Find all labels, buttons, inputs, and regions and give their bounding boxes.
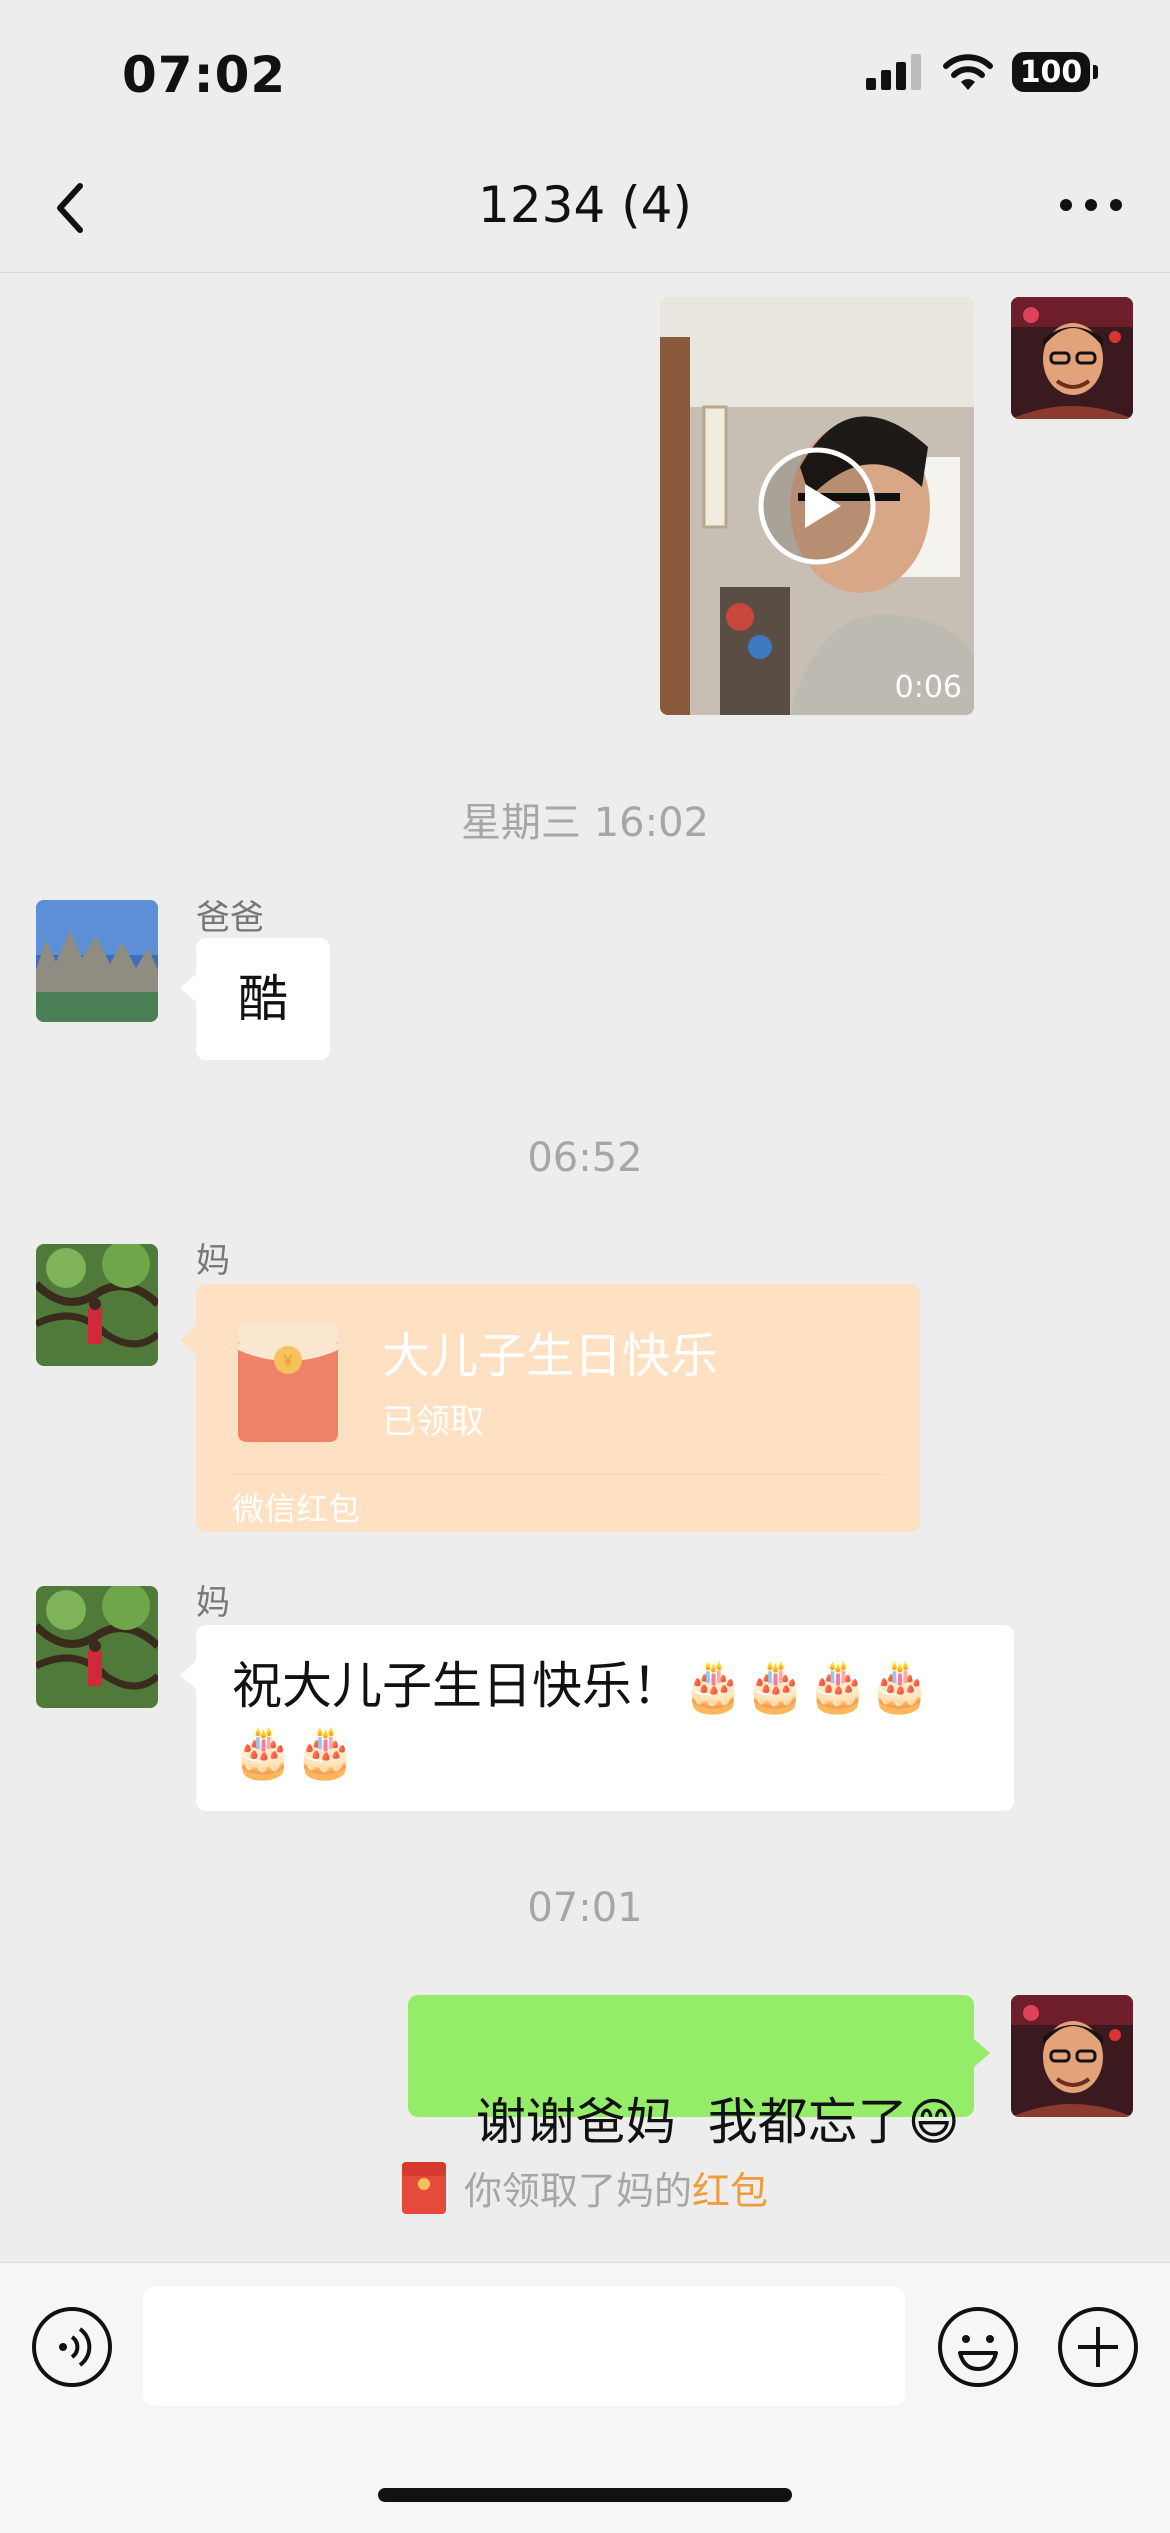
my-avatar[interactable] — [1011, 297, 1133, 419]
mom-avatar[interactable] — [36, 1586, 158, 1708]
svg-text:¥: ¥ — [283, 1353, 293, 1370]
red-packet-footer: 微信红包 — [232, 1490, 361, 1528]
sender-name: 妈 — [196, 1583, 230, 1623]
system-note-text: 你领取了妈的 — [463, 2169, 692, 2213]
red-packet-status: 已领取 — [382, 1402, 484, 1442]
status-time: 07:02 — [122, 46, 287, 104]
divider — [232, 1474, 884, 1475]
video-message[interactable]: 0:06 — [660, 297, 974, 715]
message-text: 酷 — [238, 970, 288, 1028]
message-bubble[interactable]: 谢谢爸妈 我都忘了😄 — [408, 1995, 990, 2151]
timestamp: 07:01 — [527, 1885, 643, 1931]
more-icon[interactable] — [1056, 190, 1126, 220]
sender-name: 爸爸 — [196, 898, 264, 938]
sender-name: 妈 — [196, 1241, 230, 1281]
timestamp: 星期三 16:02 — [461, 800, 709, 846]
message-text: 谢谢爸妈 我都忘了😄 — [475, 2093, 960, 2151]
message-bubble[interactable]: 酷 — [180, 938, 330, 1060]
battery-indicator: 100 — [1012, 52, 1098, 92]
red-packet-small-icon — [401, 2162, 446, 2214]
message-bubble[interactable]: 祝大儿子生日快乐！🎂🎂🎂🎂🎂🎂 — [180, 1625, 1014, 1811]
timestamp: 06:52 — [527, 1135, 643, 1181]
add-icon[interactable] — [1056, 2305, 1140, 2389]
voice-icon[interactable] — [30, 2305, 114, 2389]
message-input[interactable] — [143, 2286, 905, 2406]
message-text: 祝大儿子生日快乐！🎂🎂🎂🎂🎂🎂 — [232, 1657, 932, 1781]
wifi-icon — [943, 54, 993, 90]
dad-avatar[interactable] — [36, 900, 158, 1022]
status-icons: 100 — [866, 52, 1098, 92]
play-icon[interactable] — [757, 446, 877, 566]
red-packet-card[interactable]: ¥ 大儿子生日快乐 已领取 微信红包 — [180, 1284, 920, 1532]
red-packet-link[interactable]: 红包 — [692, 2169, 768, 2213]
system-note: 你领取了妈的红包 — [0, 2160, 1170, 2215]
chat-title: 1234 (4) — [478, 176, 692, 234]
red-packet-title: 大儿子生日快乐 — [382, 1328, 719, 1384]
nav-bar: 1234 (4) — [0, 150, 1170, 273]
emoji-icon[interactable] — [936, 2305, 1020, 2389]
red-packet-icon: ¥ — [238, 1322, 338, 1442]
my-avatar[interactable] — [1011, 1995, 1133, 2117]
home-indicator — [378, 2488, 792, 2502]
signal-icon — [866, 54, 921, 90]
video-duration: 0:06 — [894, 670, 962, 705]
mom-avatar[interactable] — [36, 1244, 158, 1366]
